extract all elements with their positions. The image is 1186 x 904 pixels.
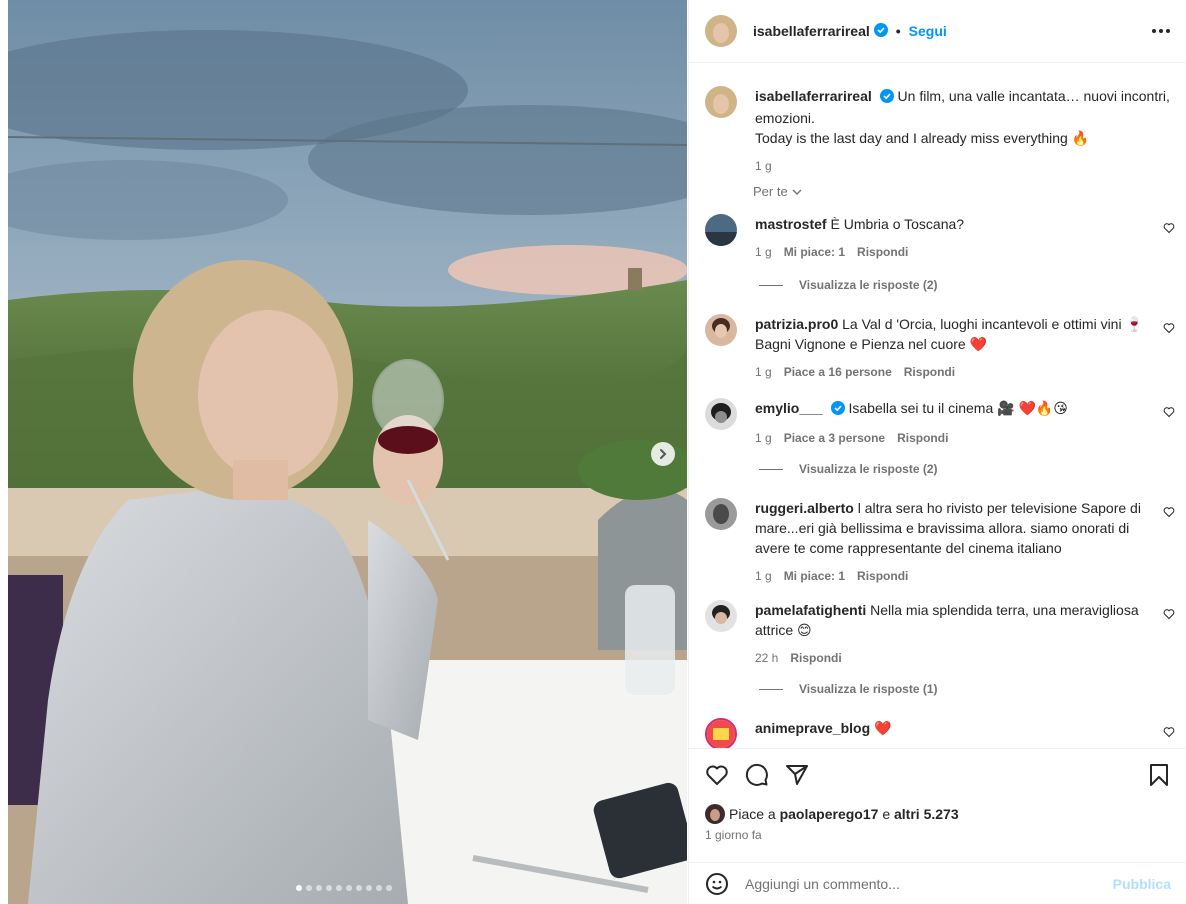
add-comment-bar: Pubblica — [689, 862, 1186, 904]
post-header: isabellaferrarireal • Segui — [689, 0, 1186, 63]
commenter-username[interactable]: emylio___ — [755, 400, 823, 416]
post-actions: Piace a paolaperego17 e altri 5.273 1 gi… — [689, 748, 1186, 863]
slide-dot[interactable] — [326, 885, 332, 891]
comments-list[interactable]: isabellaferrarireal Un film, una valle i… — [689, 64, 1186, 748]
comment-item: ruggeri.alberto l altra sera ho rivisto … — [705, 498, 1175, 586]
view-replies-label: Visualizza le risposte (1) — [799, 682, 938, 696]
liker-avatar — [705, 804, 725, 824]
slide-dot[interactable] — [356, 885, 362, 891]
commenter-username[interactable]: pamelafatighenti — [755, 602, 866, 618]
chevron-down-icon — [792, 189, 802, 195]
commenter-avatar[interactable] — [705, 600, 737, 632]
verified-badge-icon — [830, 400, 845, 420]
comment-item: emylio___ Isabella sei tu il cinema 🎥 ❤️… — [705, 398, 1175, 448]
paper-plane-icon[interactable] — [785, 763, 809, 787]
view-replies-label: Visualizza le risposte (2) — [799, 462, 938, 476]
comment-filter-label: Per te — [753, 184, 788, 199]
chevron-right-icon — [660, 449, 667, 459]
comment-likes[interactable]: Piace a 3 persone — [784, 428, 885, 448]
comment-time: 1 g — [755, 569, 772, 583]
commenter-avatar[interactable] — [705, 214, 737, 246]
post-caption: isabellaferrarireal Un film, una valle i… — [705, 86, 1175, 176]
heart-icon[interactable] — [1163, 726, 1175, 738]
likes-others[interactable]: altri 5.273 — [894, 806, 959, 822]
commenter-username[interactable]: patrizia.pro0 — [755, 316, 838, 332]
author-avatar[interactable] — [705, 15, 737, 47]
add-comment-input[interactable] — [745, 875, 1105, 892]
liker-username[interactable]: paolaperego17 — [780, 806, 879, 822]
commenter-avatar[interactable] — [705, 398, 737, 430]
slide-dot[interactable] — [346, 885, 352, 891]
post-time: 1 giorno fa — [705, 828, 762, 842]
follow-button[interactable]: Segui — [909, 23, 947, 39]
bookmark-icon[interactable] — [1147, 763, 1171, 787]
commenter-username[interactable]: mastrostef — [755, 216, 827, 232]
slide-indicator — [296, 885, 392, 891]
caption-time: 1 g — [755, 159, 772, 173]
comment-likes[interactable]: Mi piace: 1 — [784, 242, 845, 262]
heart-icon[interactable] — [1163, 608, 1175, 620]
post-panel: isabellaferrarireal • Segui isabellaferr… — [688, 0, 1186, 904]
heart-icon[interactable] — [1163, 322, 1175, 334]
likes-summary[interactable]: Piace a paolaperego17 e altri 5.273 — [705, 804, 959, 824]
heart-icon[interactable] — [1163, 406, 1175, 418]
verified-badge-icon — [873, 22, 888, 40]
header-separator: • — [895, 23, 901, 39]
comment-time: 22 h — [755, 651, 779, 665]
comment-time: 1 g — [755, 431, 772, 445]
author-username[interactable]: isabellaferrarireal — [753, 23, 870, 39]
reply-button[interactable]: Rispondi — [857, 566, 908, 586]
comment-item: patrizia.pro0 La Val d 'Orcia, luoghi in… — [705, 314, 1175, 382]
post-photo — [8, 0, 687, 904]
view-replies-button[interactable]: Visualizza le risposte (2) — [759, 462, 938, 476]
slide-dot[interactable] — [336, 885, 342, 891]
next-slide-button[interactable] — [651, 442, 675, 466]
heart-icon[interactable] — [1163, 506, 1175, 518]
comment-text: È Umbria o Toscana? — [830, 216, 965, 232]
likes-joiner: e — [882, 806, 891, 822]
commenter-avatar[interactable] — [705, 314, 737, 346]
comment-bubble-icon[interactable] — [745, 763, 769, 787]
comment-text: Isabella sei tu il cinema 🎥 ❤️🔥😘 — [848, 400, 1068, 416]
comment-likes[interactable]: Mi piace: 1 — [784, 566, 845, 586]
publish-button[interactable]: Pubblica — [1113, 876, 1171, 892]
commenter-avatar[interactable] — [705, 718, 737, 748]
emoji-smiley-icon[interactable] — [705, 872, 729, 896]
slide-dot[interactable] — [296, 885, 302, 891]
slide-dot[interactable] — [366, 885, 372, 891]
slide-dot[interactable] — [376, 885, 382, 891]
reply-button[interactable]: Rispondi — [857, 242, 908, 262]
reply-button[interactable]: Rispondi — [897, 428, 948, 448]
reply-button[interactable]: Rispondi — [790, 648, 841, 668]
comment-filter-dropdown[interactable]: Per te — [753, 184, 803, 199]
comment-time: 1 g — [755, 365, 772, 379]
comment-text: ❤️ — [874, 720, 892, 736]
view-replies-button[interactable]: Visualizza le risposte (2) — [759, 278, 938, 292]
heart-icon[interactable] — [705, 763, 729, 787]
reply-button[interactable]: Rispondi — [904, 362, 955, 382]
slide-dot[interactable] — [316, 885, 322, 891]
comment-time: 1 g — [755, 245, 772, 259]
more-options-icon[interactable] — [1152, 29, 1170, 33]
author-avatar[interactable] — [705, 86, 737, 118]
comment-item: mastrostef È Umbria o Toscana? 1 g Mi pi… — [705, 214, 1175, 262]
commenter-username[interactable]: animeprave_blog — [755, 720, 870, 736]
post-media[interactable] — [8, 0, 687, 904]
view-replies-button[interactable]: Visualizza le risposte (1) — [759, 682, 938, 696]
comment-likes[interactable]: Piace a 16 persone — [784, 362, 892, 382]
caption-username[interactable]: isabellaferrarireal — [755, 88, 872, 104]
comment-item: pamelafatighenti Nella mia splendida ter… — [705, 600, 1175, 668]
slide-dot[interactable] — [386, 885, 392, 891]
caption-text-line2: Today is the last day and I already miss… — [755, 130, 1090, 146]
view-replies-label: Visualizza le risposte (2) — [799, 278, 938, 292]
verified-badge-icon — [879, 88, 894, 108]
commenter-avatar[interactable] — [705, 498, 737, 530]
commenter-username[interactable]: ruggeri.alberto — [755, 500, 854, 516]
comment-item: animeprave_blog ❤️ — [705, 718, 1175, 748]
heart-icon[interactable] — [1163, 222, 1175, 234]
likes-prefix: Piace a — [729, 806, 776, 822]
slide-dot[interactable] — [306, 885, 312, 891]
